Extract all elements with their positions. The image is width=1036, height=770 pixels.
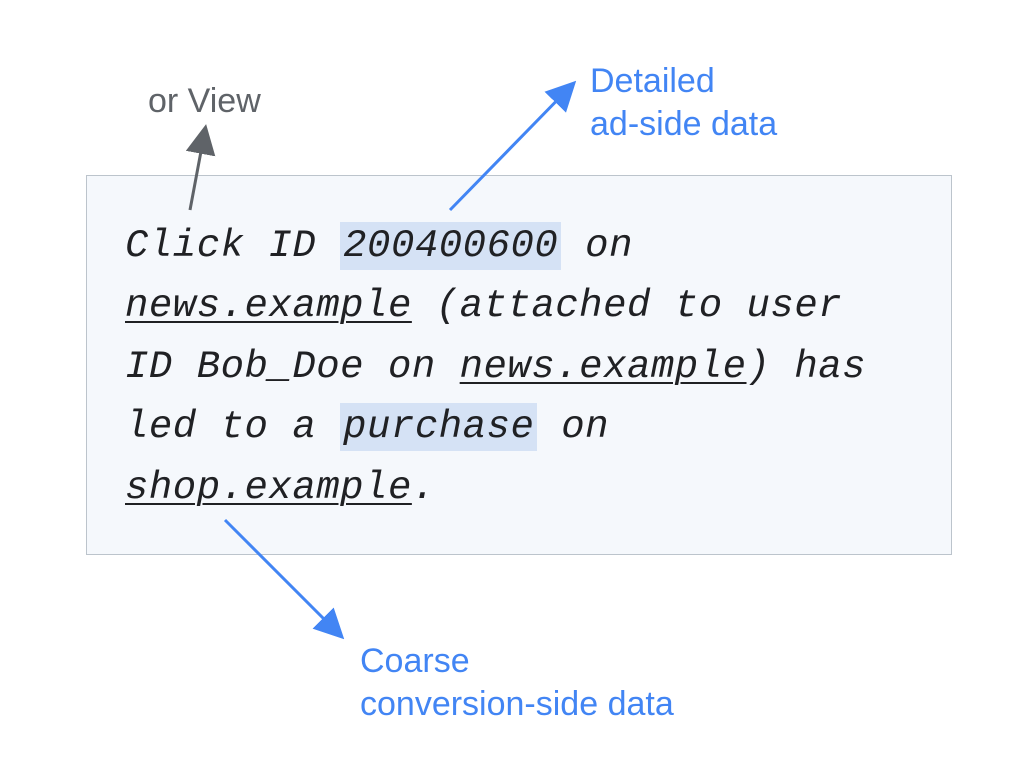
annotation-detailed-ad-side: Detailed ad-side data: [590, 60, 777, 145]
text-part6: .: [412, 466, 436, 510]
annotation-detailed-line1: Detailed: [590, 62, 715, 100]
attribution-report-box: Click ID 200400600 on news.example (atta…: [86, 175, 952, 555]
annotation-coarse-conversion: Coarse conversion-side data: [360, 640, 674, 725]
text-part5: on: [537, 405, 609, 449]
site-news-example-1: news.example: [125, 284, 412, 328]
text-part2: on: [561, 224, 633, 268]
purchase-highlight: purchase: [340, 403, 537, 451]
annotation-or-view: or View: [148, 82, 261, 121]
annotation-coarse-line1: Coarse: [360, 642, 470, 680]
annotation-detailed-line2: ad-side data: [590, 105, 777, 143]
text-part1: Click ID: [125, 224, 340, 268]
site-shop-example: shop.example: [125, 466, 412, 510]
click-id-highlight: 200400600: [340, 222, 561, 270]
attribution-report-text: Click ID 200400600 on news.example (atta…: [125, 216, 913, 518]
site-news-example-2: news.example: [460, 345, 747, 389]
annotation-coarse-line2: conversion-side data: [360, 685, 674, 723]
